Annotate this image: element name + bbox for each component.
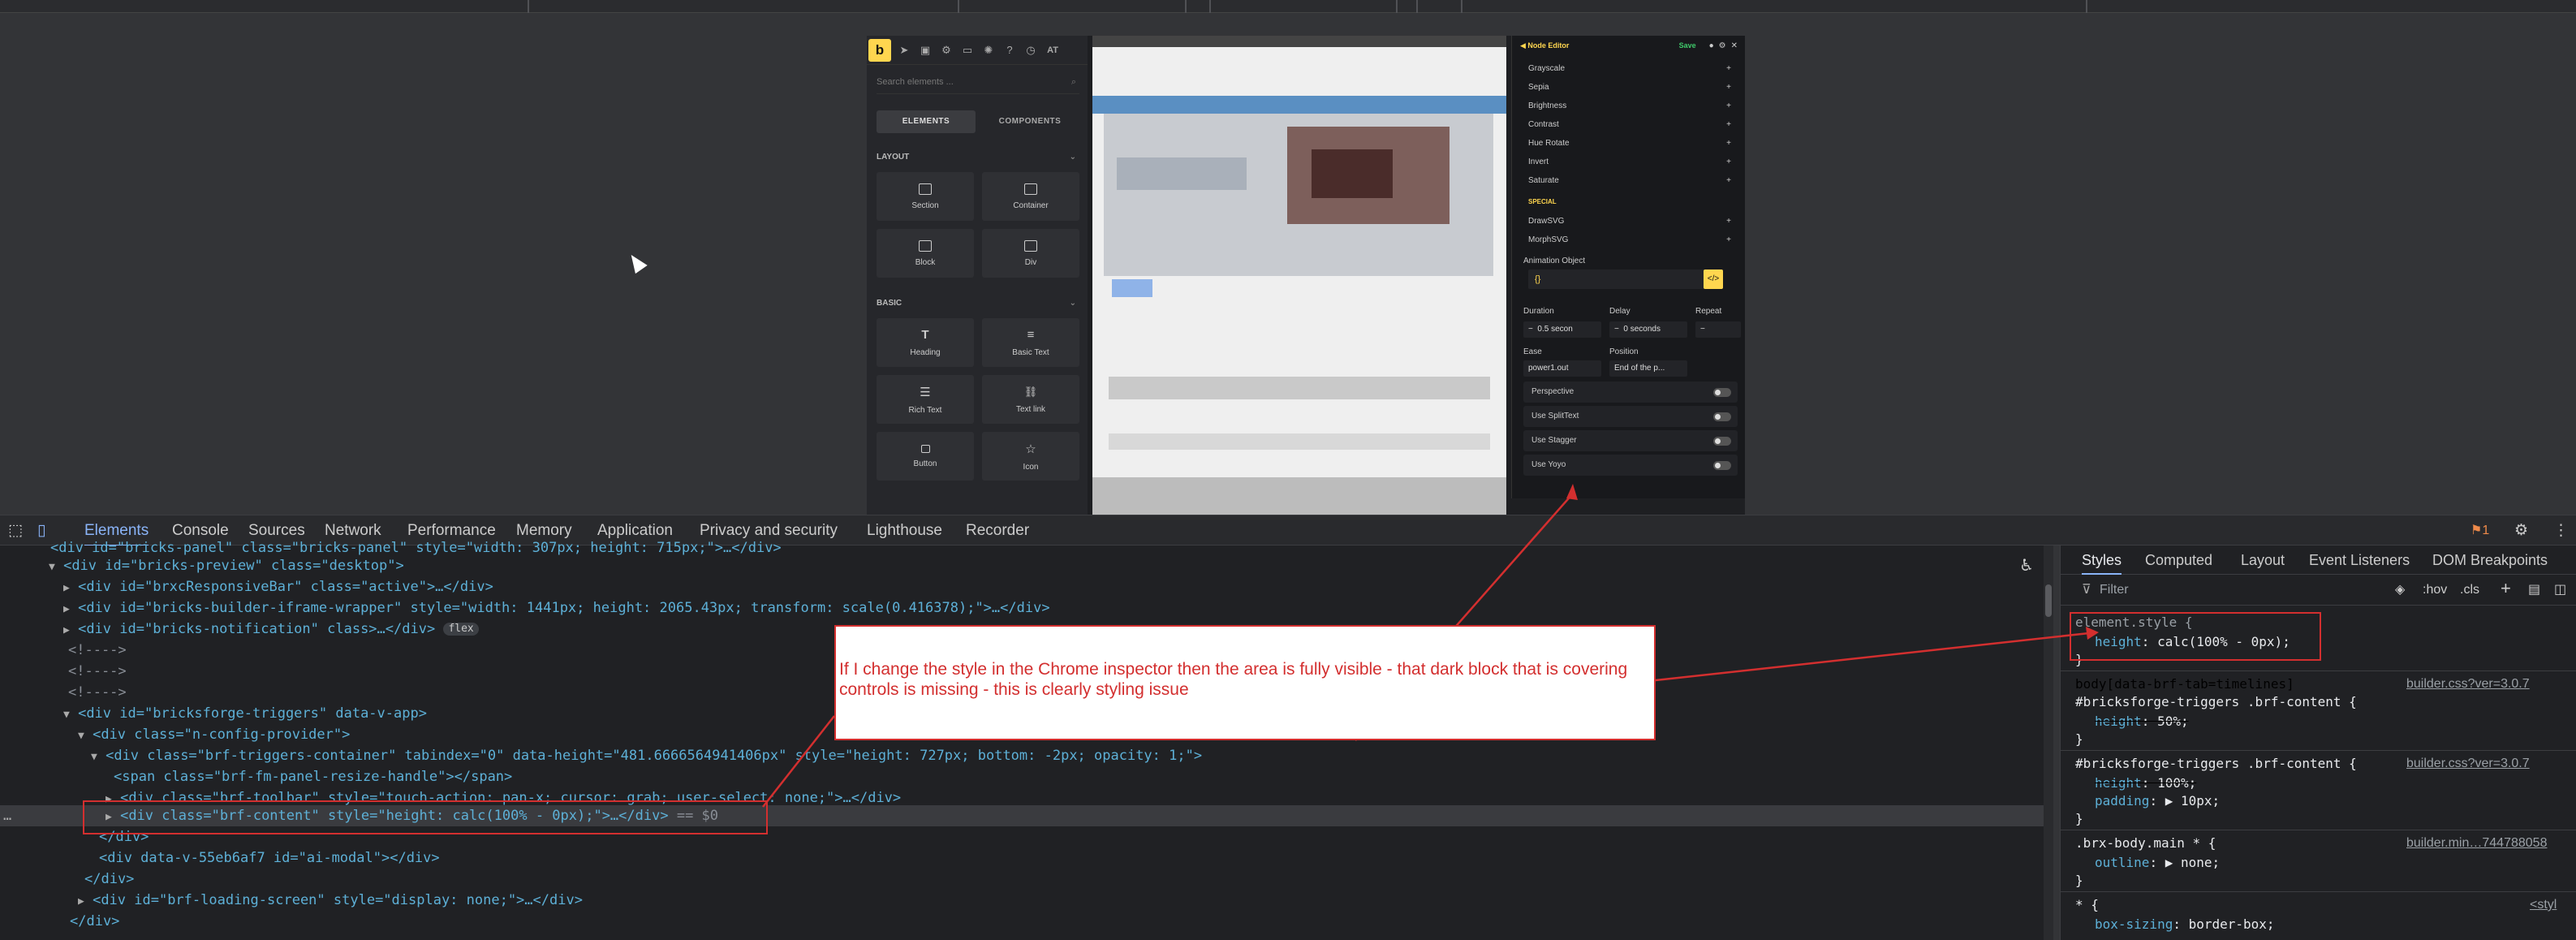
annotation-arrows — [762, 484, 2099, 808]
highlight-selected-node — [83, 800, 768, 834]
arrow-to-style — [1655, 632, 2090, 682]
arrow-to-selected-node — [762, 715, 835, 808]
annotation-text: If I change the style in the Chrome insp… — [839, 660, 1628, 699]
annotation-note: If I change the style in the Chrome insp… — [834, 625, 1656, 740]
arrowhead — [1566, 484, 1578, 500]
highlight-element-style — [2070, 612, 2321, 661]
